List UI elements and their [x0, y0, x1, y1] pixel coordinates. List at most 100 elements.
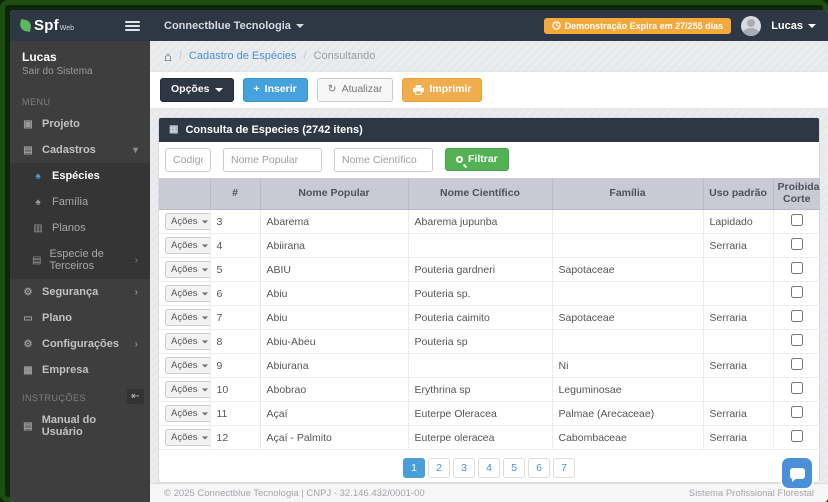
cell-number: 9 [210, 354, 260, 378]
building-icon: ▦ [22, 365, 34, 376]
cell-nome-popular: Abiu [260, 282, 408, 306]
row-actions-button[interactable]: Ações [165, 309, 210, 326]
proibida-corte-checkbox[interactable] [791, 238, 803, 250]
row-actions-button[interactable]: Ações [165, 261, 210, 278]
demo-expiry-text: Demonstração Expira em 27/255 dias [565, 21, 724, 31]
column-header: Nome Científico [408, 178, 552, 210]
actions-label: Ações [171, 432, 197, 443]
row-actions-button[interactable]: Ações [165, 237, 210, 254]
insert-button[interactable]: + Inserir [243, 78, 308, 102]
cell-nome-cientifico: Erythrina sp [408, 378, 552, 402]
sidebar-item-projeto[interactable]: ▣Projeto [10, 111, 150, 137]
sidebar-item-plano[interactable]: ▭Plano [10, 305, 150, 331]
cell-nome-popular: Abarema [260, 210, 408, 234]
sidebar-item-esp-cies[interactable]: ♠Espécies [10, 163, 150, 189]
page-button-3[interactable]: 3 [453, 458, 475, 478]
home-icon[interactable]: ⌂ [164, 50, 172, 63]
breadcrumb-separator: / [304, 50, 307, 62]
print-label: Imprimir [429, 83, 471, 97]
row-actions-button[interactable]: Ações [165, 357, 210, 374]
chat-widget-button[interactable] [780, 456, 814, 490]
caret-down-icon [202, 292, 208, 295]
filter-button[interactable]: Filtrar [445, 148, 509, 172]
user-dropdown[interactable]: Lucas [771, 20, 816, 32]
cell-uso-padrao [703, 330, 773, 354]
breadcrumb-link[interactable]: Cadastro de Espécies [189, 50, 297, 62]
proibida-corte-checkbox[interactable] [791, 382, 803, 394]
table-row: Ações7AbiuPouteria caimitoSapotaceaeSerr… [159, 306, 820, 330]
cell-nome-cientifico [408, 234, 552, 258]
table-row: Ações8Abiu-AbeuPouteria sp [159, 330, 820, 354]
cell-nome-popular: Açaí [260, 402, 408, 426]
proibida-corte-checkbox[interactable] [791, 430, 803, 442]
sidebar-item-planos[interactable]: ▥Planos [10, 215, 150, 241]
sidebar-item-cadastros[interactable]: ▤Cadastros▾ [10, 137, 150, 163]
codigo-input[interactable] [165, 148, 211, 172]
page-button-4[interactable]: 4 [478, 458, 500, 478]
hamburger-menu-icon[interactable] [125, 19, 140, 33]
sidebar-item-fam-lia[interactable]: ♠Família [10, 189, 150, 215]
document-icon: ▤ [32, 255, 41, 266]
column-header: Nome Popular [260, 178, 408, 210]
refresh-button[interactable]: ↻ Atualizar [317, 78, 394, 102]
sidebar-item-label: Planos [52, 222, 86, 234]
sidebar-item-especie-de-terceiros[interactable]: ▤Especie de Terceiros› [10, 241, 150, 279]
proibida-corte-checkbox[interactable] [791, 358, 803, 370]
page-button-5[interactable]: 5 [503, 458, 525, 478]
cell-familia: Ni [552, 354, 703, 378]
user-avatar[interactable] [741, 16, 761, 36]
row-actions-button[interactable]: Ações [165, 285, 210, 302]
row-actions-button[interactable]: Ações [165, 213, 210, 230]
nome-cientifico-input[interactable] [334, 148, 433, 172]
cell-number: 5 [210, 258, 260, 282]
row-actions-button[interactable]: Ações [165, 381, 210, 398]
cell-number: 11 [210, 402, 260, 426]
caret-down-icon [202, 388, 208, 391]
green-frame: Spf Web Connectblue Tecnologia Demonstra… [0, 0, 828, 502]
sidebar-item-empresa[interactable]: ▦Empresa [10, 357, 150, 383]
actions-label: Ações [171, 336, 197, 347]
sidebar-item-configura-es[interactable]: ⚙Configurações› [10, 331, 150, 357]
app-logo[interactable]: Spf Web [20, 17, 74, 34]
row-actions-button[interactable]: Ações [165, 333, 210, 350]
folder-icon: ▤ [22, 145, 34, 156]
proibida-corte-checkbox[interactable] [791, 262, 803, 274]
sidebar-item-manual-do-usu-rio[interactable]: ▤Manual do Usuário [10, 407, 150, 445]
sidebar-item-seguran-a[interactable]: ⚙Segurança› [10, 279, 150, 305]
sidebar-collapse-toggle[interactable]: ⇤ [127, 389, 144, 404]
page-button-7[interactable]: 7 [553, 458, 575, 478]
company-dropdown[interactable]: Connectblue Tecnologia [164, 20, 304, 32]
nome-popular-input[interactable] [223, 148, 322, 172]
proibida-corte-checkbox[interactable] [791, 310, 803, 322]
page-button-6[interactable]: 6 [528, 458, 550, 478]
logout-link[interactable]: Sair do Sistema [22, 66, 138, 77]
options-button[interactable]: Opções [160, 78, 234, 102]
caret-down-icon [296, 24, 304, 28]
cell-number: 3 [210, 210, 260, 234]
proibida-corte-checkbox[interactable] [791, 214, 803, 226]
cell-uso-padrao: Serraria [703, 234, 773, 258]
cell-familia: Sapotaceae [552, 306, 703, 330]
demo-expiry-badge[interactable]: Demonstração Expira em 27/255 dias [544, 18, 732, 34]
table-row: Ações9AbiuranaNiSerraria [159, 354, 820, 378]
proibida-corte-checkbox[interactable] [791, 406, 803, 418]
actions-label: Ações [171, 288, 197, 299]
page-button-1[interactable]: 1 [403, 458, 425, 478]
cell-uso-padrao [703, 378, 773, 402]
print-button[interactable]: Imprimir [402, 78, 482, 102]
sidebar-user-name: Lucas [22, 50, 138, 64]
clock-icon [552, 21, 561, 30]
cell-number: 10 [210, 378, 260, 402]
proibida-corte-checkbox[interactable] [791, 286, 803, 298]
row-actions-button[interactable]: Ações [165, 405, 210, 422]
sidebar-instructions: ▤Manual do Usuário [10, 407, 150, 445]
cell-nome-cientifico: Euterpe oleracea [408, 426, 552, 450]
proibida-corte-checkbox[interactable] [791, 334, 803, 346]
row-actions-button[interactable]: Ações [165, 429, 210, 446]
table-row: Ações6AbiuPouteria sp. [159, 282, 820, 306]
user-name: Lucas [771, 20, 803, 32]
cell-nome-cientifico [408, 354, 552, 378]
menu-section-label: MENU [10, 87, 150, 111]
page-button-2[interactable]: 2 [428, 458, 450, 478]
leaf-icon: ♠ [32, 171, 44, 182]
